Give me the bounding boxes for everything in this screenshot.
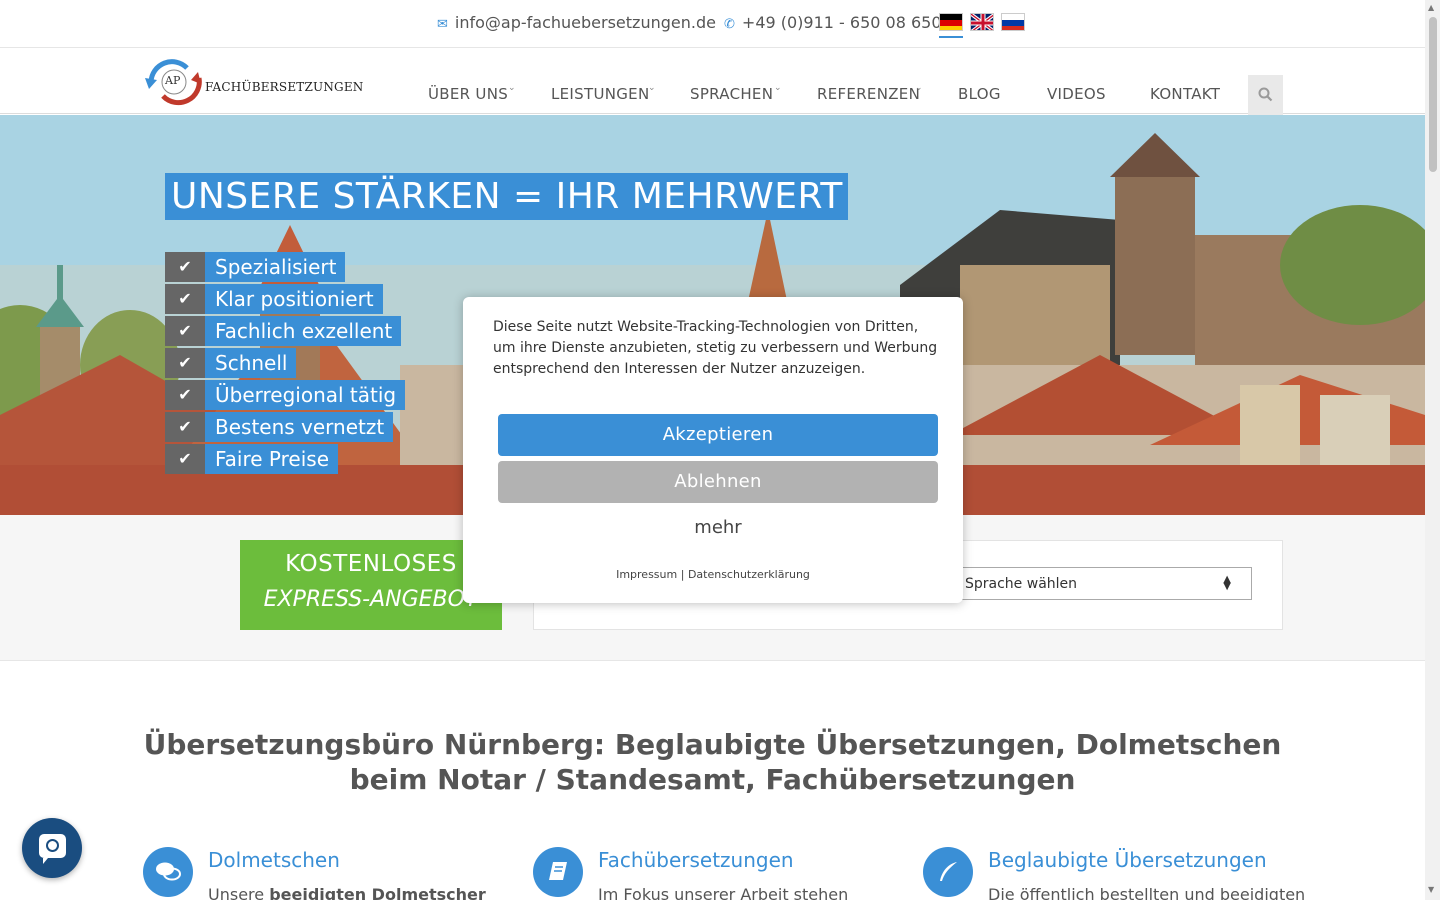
more-link[interactable]: mehr xyxy=(498,517,938,538)
site-logo[interactable]: AP FACHÜBERSETZUNGEN xyxy=(143,56,363,106)
nav-label[interactable]: KONTAKT xyxy=(1150,85,1220,103)
feature-item: ✔ Klar positioniert xyxy=(165,284,383,314)
service-text-bold: beeidigten Dolmetscher xyxy=(269,885,486,900)
nav-videos[interactable]: VIDEOS xyxy=(1047,85,1106,103)
cookie-consent-dialog: Diese Seite nutzt Website-Tracking-Techn… xyxy=(463,297,963,603)
check-icon: ✔ xyxy=(165,348,205,378)
feature-item: ✔ Überregional tätig xyxy=(165,380,406,410)
check-icon: ✔ xyxy=(165,316,205,346)
nav-label[interactable]: REFERENZEN xyxy=(817,85,920,103)
page-heading: Übersetzungsbüro Nürnberg: Beglaubigte Ü… xyxy=(143,728,1282,796)
privacy-link[interactable]: Datenschutzerklärung xyxy=(688,568,810,581)
feature-label: Schnell xyxy=(205,348,297,378)
search-button[interactable] xyxy=(1248,75,1283,115)
link-separator: | xyxy=(680,568,685,581)
email-text[interactable]: info@ap-fachuebersetzungen.de xyxy=(455,13,716,32)
site-header: AP FACHÜBERSETZUNGEN ÜBER UNS ⌄ LEISTUNGE… xyxy=(0,48,1425,115)
nav-leistungen[interactable]: LEISTUNGEN ⌄ xyxy=(551,83,656,103)
check-icon: ✔ xyxy=(165,412,205,442)
phone-link[interactable]: ✆ +49 (0)911 - 650 08 650 xyxy=(724,13,942,32)
nav-label[interactable]: BLOG xyxy=(958,85,1001,103)
service-text: Unsere beeidigten Dolmetscher xyxy=(208,885,486,900)
chevron-down-icon: ⌄ xyxy=(774,83,782,93)
nav-referenzen[interactable]: REFERENZEN ⌄ xyxy=(817,83,923,103)
language-select-value[interactable]: Sprache wählen xyxy=(965,576,1077,592)
nav-ueber-uns[interactable]: ÜBER UNS ⌄ xyxy=(428,83,516,103)
service-text: Die öffentlich bestellten und beeidigten xyxy=(988,885,1306,900)
fingerprint-icon xyxy=(46,839,59,852)
feature-label: Faire Preise xyxy=(205,444,339,474)
phone-icon: ✆ xyxy=(724,17,735,32)
search-icon xyxy=(1258,87,1273,102)
feature-label: Klar positioniert xyxy=(205,284,383,314)
service-beglaubigte-uebersetzungen: Beglaubigte Übersetzungen Die öffentlich… xyxy=(923,845,1305,900)
nav-label[interactable]: ÜBER UNS xyxy=(428,85,508,103)
service-title[interactable]: Fachübersetzungen xyxy=(598,848,794,872)
chat-widget-button[interactable] xyxy=(22,818,82,878)
logo-badge: AP xyxy=(165,74,181,87)
service-text: Im Fokus unserer Arbeit stehen xyxy=(598,885,849,900)
service-fachuebersetzungen: Fachübersetzungen Im Fokus unserer Arbei… xyxy=(533,845,903,900)
top-bar: ✉ info@ap-fachuebersetzungen.de ✆ +49 (0)9… xyxy=(0,0,1425,48)
scroll-up-icon[interactable]: ▲ xyxy=(1428,3,1434,12)
check-icon: ✔ xyxy=(165,252,205,282)
service-title[interactable]: Dolmetschen xyxy=(208,848,340,872)
quill-icon xyxy=(923,847,973,897)
feature-label: Spezialisiert xyxy=(205,252,346,282)
feature-label: Bestens vernetzt xyxy=(205,412,394,442)
feature-label: Fachlich exzellent xyxy=(205,316,402,346)
nav-kontakt[interactable]: KONTAKT xyxy=(1150,85,1220,103)
nav-sprachen[interactable]: SPRACHEN ⌄ xyxy=(690,83,782,103)
feature-item: ✔ Spezialisiert xyxy=(165,252,346,282)
phone-text[interactable]: +49 (0)911 - 650 08 650 xyxy=(742,13,942,32)
check-icon: ✔ xyxy=(165,444,205,474)
service-dolmetschen: Dolmetschen Unsere beeidigten Dolmetsche… xyxy=(143,845,513,900)
page-scrollbar[interactable]: ▲ ▼ xyxy=(1425,0,1440,900)
flag-de-icon[interactable] xyxy=(939,13,963,31)
decline-button[interactable]: Ablehnen xyxy=(498,461,938,503)
hero-title: UNSERE STÄRKEN = IHR MEHRWERT xyxy=(165,173,848,220)
select-arrows-icon: ▲ ▼ xyxy=(1223,574,1231,592)
chevron-down-icon: ⌄ xyxy=(508,83,516,93)
feature-item: ✔ Schnell xyxy=(165,348,297,378)
cookie-footer-links: Impressum | Datenschutzerklärung xyxy=(463,568,963,581)
envelope-icon: ✉ xyxy=(437,17,448,32)
feature-item: ✔ Faire Preise xyxy=(165,444,339,474)
impressum-link[interactable]: Impressum xyxy=(616,568,677,581)
scrollbar-thumb[interactable] xyxy=(1429,17,1437,172)
flag-en-icon[interactable] xyxy=(970,13,994,31)
nav-label[interactable]: LEISTUNGEN xyxy=(551,85,649,103)
book-icon xyxy=(533,847,583,897)
feature-item: ✔ Fachlich exzellent xyxy=(165,316,402,346)
logo-text: FACHÜBERSETZUNGEN xyxy=(205,80,364,94)
chevron-down-icon: ⌄ xyxy=(648,83,656,93)
cookie-text: Diese Seite nutzt Website-Tracking-Techn… xyxy=(493,319,938,377)
service-title[interactable]: Beglaubigte Übersetzungen xyxy=(988,848,1267,872)
active-language-indicator xyxy=(939,36,963,38)
feature-label: Überregional tätig xyxy=(205,380,406,410)
language-select[interactable]: Sprache wählen ▲ ▼ xyxy=(954,567,1252,600)
service-text-plain: Unsere xyxy=(208,885,270,900)
chat-bubbles-icon xyxy=(143,847,193,897)
check-icon: ✔ xyxy=(165,284,205,314)
accept-button[interactable]: Akzeptieren xyxy=(498,414,938,456)
nav-label[interactable]: VIDEOS xyxy=(1047,85,1106,103)
scroll-down-icon[interactable]: ▼ xyxy=(1428,885,1434,894)
check-icon: ✔ xyxy=(165,380,205,410)
feature-item: ✔ Bestens vernetzt xyxy=(165,412,394,442)
email-link[interactable]: ✉ info@ap-fachuebersetzungen.de xyxy=(437,13,716,32)
chevron-down-icon: ⌄ xyxy=(915,83,923,93)
nav-label[interactable]: SPRACHEN xyxy=(690,85,773,103)
flag-ru-icon[interactable] xyxy=(1001,13,1025,31)
nav-blog[interactable]: BLOG xyxy=(958,85,1001,103)
